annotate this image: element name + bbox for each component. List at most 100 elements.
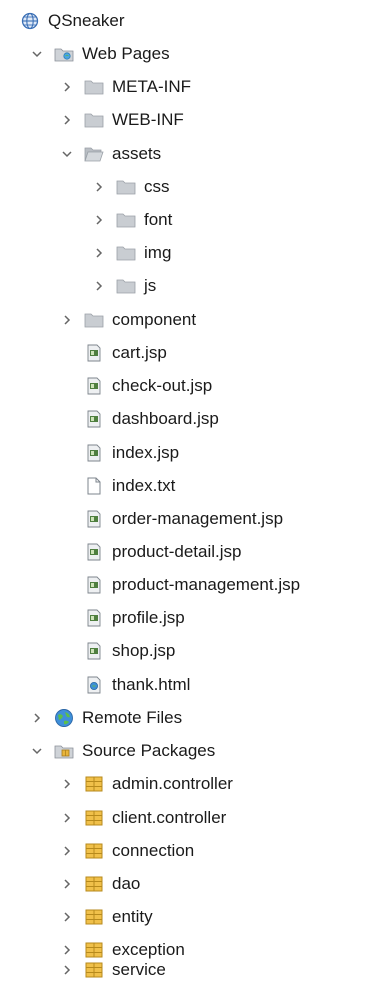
chevron-right-icon[interactable] [60,811,74,825]
tree-node-label: product-management.jsp [112,575,301,594]
tree-node-label: entity [112,907,153,926]
jsp-file-icon [84,410,104,428]
tree-file-check-out-jsp[interactable]: check-out.jsp [84,369,212,402]
tree-node-label: check-out.jsp [112,376,213,395]
jsp-file-icon [84,377,104,395]
tree-node-font[interactable]: font [92,203,172,236]
package-icon [84,961,104,979]
tree-node-label: css [144,177,170,196]
tree-node-label: admin.controller [112,774,233,793]
tree-package-entity[interactable]: entity [60,900,153,933]
tree-node-label: order-management.jsp [112,509,284,528]
tree-file-dashboard-jsp[interactable]: dashboard.jsp [84,402,219,435]
folder-icon [84,111,104,129]
tree-node-web-pages[interactable]: Web Pages [30,37,170,70]
package-icon [84,875,104,893]
chevron-right-icon[interactable] [60,313,74,327]
chevron-down-icon[interactable] [30,744,44,758]
package-icon [84,908,104,926]
tree-node-label: shop.jsp [112,641,176,660]
tree-file-index-txt[interactable]: index.txt [84,469,175,502]
tree-file-thank-html[interactable]: thank.html [84,668,190,701]
tree-node-css[interactable]: css [92,170,170,203]
tree-node-meta-inf[interactable]: META-INF [60,70,191,103]
tree-node-label: Web Pages [82,44,170,63]
tree-node-label: QSneaker [48,11,125,30]
source-folder-icon [54,742,74,760]
chevron-right-icon[interactable] [60,80,74,94]
tree-node-label: Source Packages [82,741,216,760]
jsp-file-icon [84,444,104,462]
tree-package-dao[interactable]: dao [60,867,140,900]
tree-node-label: index.jsp [112,443,180,462]
chevron-right-icon[interactable] [60,777,74,791]
tree-file-index-jsp[interactable]: index.jsp [84,436,179,469]
tree-node-label: product-detail.jsp [112,542,242,561]
tree-file-shop-jsp[interactable]: shop.jsp [84,634,175,667]
tree-node-label: dashboard.jsp [112,409,219,428]
tree-package-service[interactable]: service [60,953,166,986]
tree-node-label: img [144,243,172,262]
chevron-right-icon[interactable] [92,246,106,260]
folder-icon [84,311,104,329]
text-file-icon [84,477,104,495]
folder-icon [84,78,104,96]
chevron-right-icon[interactable] [60,910,74,924]
tree-node-assets[interactable]: assets [60,137,161,170]
folder-icon [116,178,136,196]
chevron-right-icon[interactable] [60,963,74,977]
tree-node-project[interactable]: QSneaker [20,4,125,37]
tree-package-connection[interactable]: connection [60,834,194,867]
tree-node-label: dao [112,874,141,893]
tree-node-label: META-INF [112,77,192,96]
jsp-file-icon [84,543,104,561]
package-icon [84,809,104,827]
tree-node-remote-files[interactable]: Remote Files [30,701,182,734]
jsp-file-icon [84,344,104,362]
chevron-right-icon[interactable] [92,180,106,194]
tree-node-label: component [112,310,197,329]
chevron-right-icon[interactable] [60,113,74,127]
folder-icon [116,244,136,262]
jsp-file-icon [84,510,104,528]
html-file-icon [84,676,104,694]
tree-node-label: thank.html [112,675,191,694]
tree-package-admin-controller[interactable]: admin.controller [60,767,233,800]
chevron-down-icon[interactable] [60,147,74,161]
chevron-down-icon[interactable] [30,47,44,61]
tree-node-label: client.controller [112,808,227,827]
globe-icon [20,12,40,30]
tree-node-label: font [144,210,173,229]
chevron-right-icon[interactable] [92,213,106,227]
tree-node-label: Remote Files [82,708,183,727]
chevron-right-icon[interactable] [60,877,74,891]
tree-node-label: profile.jsp [112,608,185,627]
chevron-right-icon[interactable] [60,844,74,858]
tree-node-label: WEB-INF [112,110,184,129]
web-folder-icon [54,45,74,63]
package-icon [84,842,104,860]
project-tree: QSneaker Web Pages META-INF WEB-INF asse… [0,0,373,987]
tree-file-cart-jsp[interactable]: cart.jsp [84,336,167,369]
tree-node-label: assets [112,144,162,163]
tree-file-product-management-jsp[interactable]: product-management.jsp [84,568,300,601]
chevron-right-icon[interactable] [30,711,44,725]
tree-node-web-inf[interactable]: WEB-INF [60,103,184,136]
tree-file-order-management-jsp[interactable]: order-management.jsp [84,502,283,535]
tree-node-js[interactable]: js [92,269,156,302]
package-icon [84,775,104,793]
tree-package-client-controller[interactable]: client.controller [60,801,226,834]
tree-node-label: cart.jsp [112,343,167,362]
tree-node-source-packages[interactable]: Source Packages [30,734,215,767]
jsp-file-icon [84,576,104,594]
chevron-right-icon[interactable] [92,279,106,293]
tree-node-label: service [112,960,166,979]
globe-icon [54,708,74,727]
folder-icon [116,211,136,229]
tree-file-profile-jsp[interactable]: profile.jsp [84,601,185,634]
tree-file-product-detail-jsp[interactable]: product-detail.jsp [84,535,241,568]
jsp-file-icon [84,642,104,660]
folder-open-icon [84,145,104,163]
tree-node-component[interactable]: component [60,303,196,336]
tree-node-img[interactable]: img [92,236,171,269]
